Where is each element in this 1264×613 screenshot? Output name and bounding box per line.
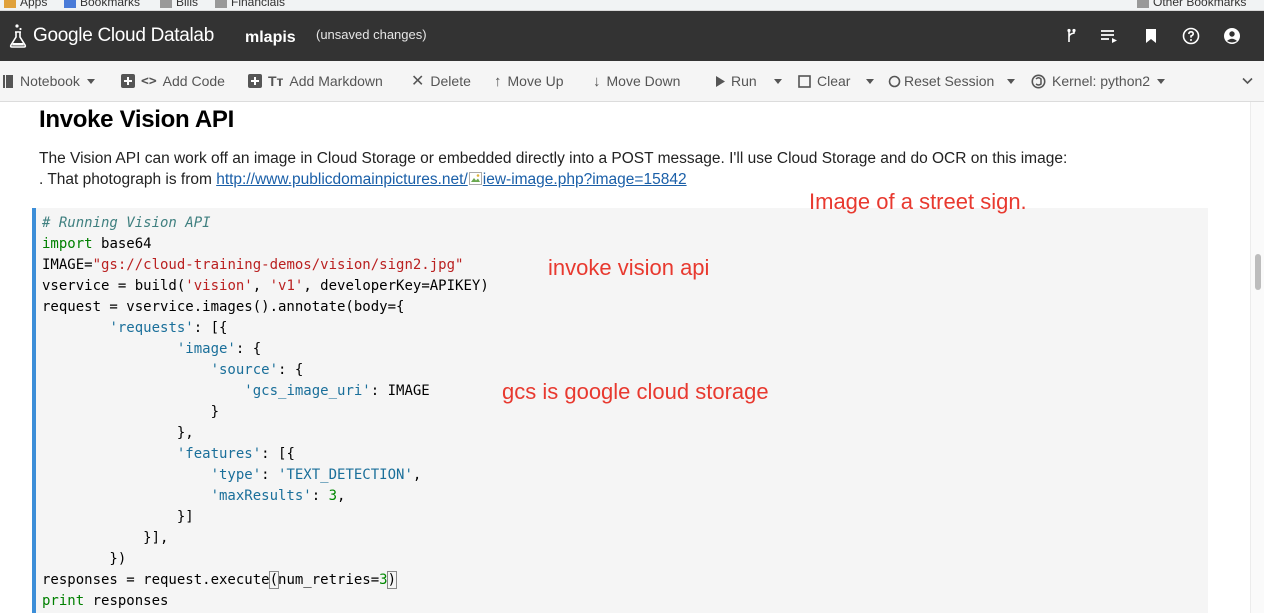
flask-icon xyxy=(9,24,27,48)
annotation-street-sign: Image of a street sign. xyxy=(809,189,1027,214)
bookmark-icon[interactable] xyxy=(1140,25,1162,47)
play-icon xyxy=(716,75,725,87)
move-up-label: Move Up xyxy=(507,73,564,89)
add-markdown-label: Add Markdown xyxy=(289,73,383,89)
move-down-button[interactable]: ↓ Move Down xyxy=(593,61,680,101)
chevron-down-icon xyxy=(1157,78,1166,84)
bookmark-financials[interactable]: Financials xyxy=(215,0,285,9)
chevron-down-icon xyxy=(86,78,95,84)
branch-icon[interactable] xyxy=(1061,25,1083,47)
add-markdown-button[interactable]: Tт Add Markdown xyxy=(248,61,383,101)
annotation-invoke-vision: invoke vision api xyxy=(548,255,710,280)
collapse-toolbar-button[interactable] xyxy=(1242,61,1253,101)
notebook-menu-label: Notebook xyxy=(20,73,80,89)
datalab-header: Google Cloud Datalab mlapis (unsaved cha… xyxy=(0,11,1264,61)
run-options-chevron-icon[interactable] xyxy=(774,79,782,84)
save-status: (unsaved changes) xyxy=(316,27,427,42)
annotation-gcs: gcs is google cloud storage xyxy=(502,379,769,404)
clear-button[interactable]: Clear xyxy=(798,61,850,101)
bookmark-bookmarks[interactable]: Bookmarks xyxy=(64,0,140,9)
delete-button[interactable]: ✕ Delete xyxy=(411,61,471,101)
plus-box-icon xyxy=(248,74,262,88)
bookmark-bills[interactable]: Bills xyxy=(160,0,198,9)
session-options-chevron-icon[interactable] xyxy=(1007,79,1015,84)
add-code-label: Add Code xyxy=(162,73,225,89)
paragraph-line-2: . That photograph is from http://www.pub… xyxy=(39,171,687,188)
move-down-label: Move Down xyxy=(606,73,681,89)
run-button[interactable]: Run xyxy=(716,61,757,101)
broken-image-icon xyxy=(468,172,482,185)
reset-session-label: Reset Session xyxy=(904,73,995,89)
image-source-link[interactable]: http://www.publicdomainpictures.net/iew-… xyxy=(216,171,686,188)
brand-text: Google Cloud Datalab xyxy=(33,25,214,46)
text-format-icon: Tт xyxy=(268,73,284,89)
scrollbar-thumb[interactable] xyxy=(1255,254,1261,290)
image-path-string: "gs://cloud-training-demos/vision/sign2.… xyxy=(92,257,464,273)
help-icon[interactable] xyxy=(1180,25,1202,47)
import-module: base64 xyxy=(101,236,152,252)
move-up-button[interactable]: ↑ Move Up xyxy=(494,61,564,101)
notebook-toolbar: Notebook <> Add Code Tт Add Markdown ✕ D… xyxy=(0,61,1264,102)
list-icon[interactable] xyxy=(1098,25,1120,47)
vertical-scrollbar[interactable] xyxy=(1250,102,1264,613)
square-icon xyxy=(798,74,811,88)
notebook-icon xyxy=(2,74,14,89)
delete-label: Delete xyxy=(430,73,471,89)
code-brackets-icon: <> xyxy=(141,73,157,89)
arrow-down-icon: ↓ xyxy=(593,72,601,90)
kernel-label: Kernel: python2 xyxy=(1052,73,1151,89)
brand-logo[interactable]: Google Cloud Datalab xyxy=(8,22,214,50)
plus-box-icon xyxy=(121,74,135,88)
run-label: Run xyxy=(731,73,757,89)
bookmark-other[interactable]: Other Bookmarks xyxy=(1137,0,1246,9)
markdown-paragraph: The Vision API can work off an image in … xyxy=(39,148,1067,190)
clear-options-chevron-icon[interactable] xyxy=(866,79,874,84)
reset-session-button[interactable]: Reset Session xyxy=(888,61,994,101)
circle-icon xyxy=(888,75,901,88)
markdown-heading: Invoke Vision API xyxy=(39,106,234,133)
close-icon: ✕ xyxy=(411,73,425,90)
add-code-button[interactable]: <> Add Code xyxy=(121,61,225,101)
clear-label: Clear xyxy=(817,73,851,89)
notebook-content: Invoke Vision API The Vision API can wor… xyxy=(0,102,1250,613)
arrow-up-icon: ↑ xyxy=(494,72,502,90)
kernel-menu-button[interactable]: Kernel: python2 xyxy=(1031,61,1166,101)
code-editor[interactable]: # Running Vision API import base64 IMAGE… xyxy=(42,213,489,612)
account-icon[interactable] xyxy=(1221,25,1243,47)
chevron-down-icon xyxy=(1242,77,1253,85)
notebook-name[interactable]: mlapis xyxy=(245,29,296,47)
paragraph-line-1: The Vision API can work off an image in … xyxy=(39,150,1068,167)
bookmarks-bar: Apps Bookmarks Bills Financials Other Bo… xyxy=(0,0,1264,11)
notebook-menu-button[interactable]: Notebook xyxy=(2,61,95,101)
bookmark-apps[interactable]: Apps xyxy=(4,0,47,9)
kernel-icon xyxy=(1031,74,1046,89)
code-comment: # Running Vision API xyxy=(42,215,211,231)
